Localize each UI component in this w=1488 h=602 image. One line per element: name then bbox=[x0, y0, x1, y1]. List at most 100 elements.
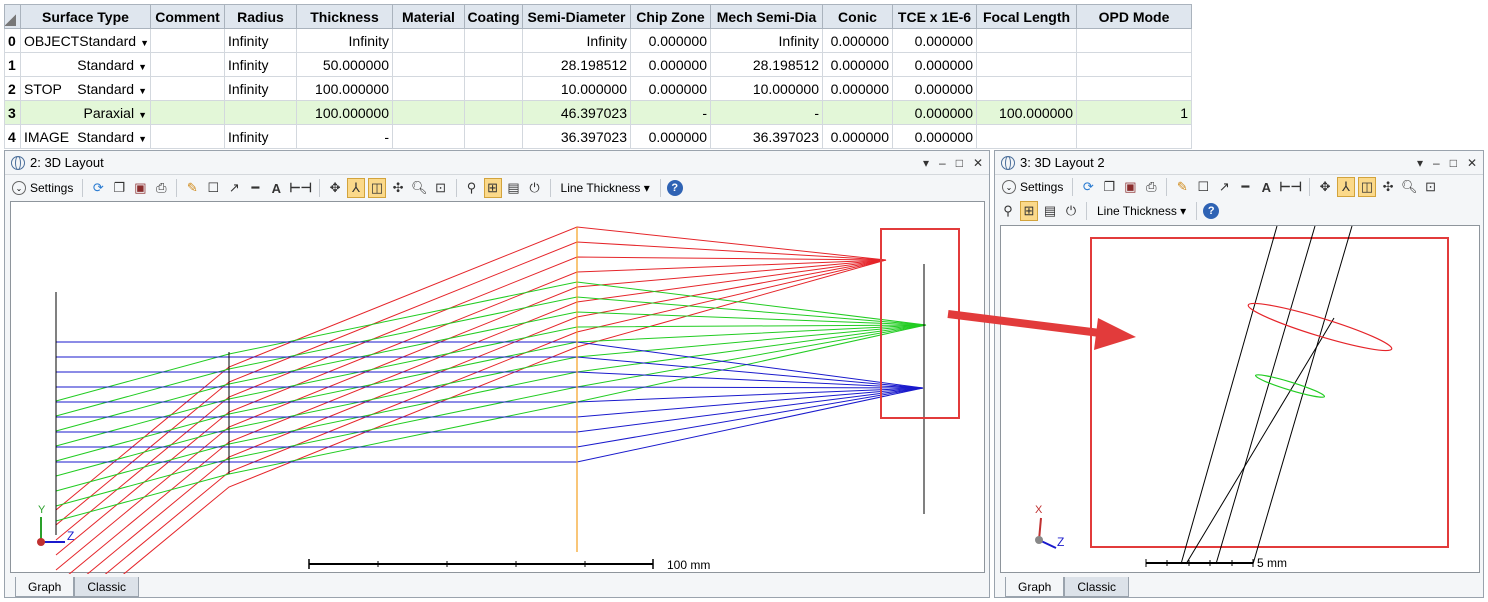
row-index[interactable]: 0 bbox=[4, 28, 21, 53]
coating-cell[interactable] bbox=[464, 124, 523, 149]
opd-mode-cell[interactable] bbox=[1076, 124, 1192, 149]
zoom-window-icon[interactable]: ⊡ bbox=[432, 178, 450, 198]
col-header-chip-zone[interactable]: Chip Zone bbox=[630, 4, 711, 29]
tce-cell[interactable]: 0.000000 bbox=[892, 76, 977, 101]
thickness-cell[interactable]: 100.000000 bbox=[296, 100, 393, 125]
maximize-icon[interactable]: □ bbox=[1450, 156, 1457, 170]
pan-icon[interactable]: ✣ bbox=[389, 178, 407, 198]
tab-classic[interactable]: Classic bbox=[74, 577, 140, 597]
conic-cell[interactable]: 0.000000 bbox=[822, 28, 893, 53]
tab-graph[interactable]: Graph bbox=[1005, 577, 1065, 597]
dropdown-icon[interactable]: ▾ bbox=[1417, 156, 1423, 170]
coating-cell[interactable] bbox=[464, 28, 523, 53]
zoom-icon[interactable]: 🔍︎ bbox=[410, 178, 429, 198]
table-row[interactable]: 3 Paraxial ▼ 100.000000 46.397023- -0.000000 1… bbox=[4, 100, 1192, 125]
focal-length-cell[interactable] bbox=[976, 28, 1077, 53]
semi-diameter-cell[interactable]: 36.397023 bbox=[522, 124, 631, 149]
arrow-line-icon[interactable]: ↗ bbox=[1215, 177, 1233, 197]
panel-titlebar[interactable]: 3: 3D Layout 2 ▾ – □ ✕ bbox=[995, 151, 1483, 175]
settings-button[interactable]: ⌄ Settings bbox=[9, 181, 76, 195]
lock-icon[interactable]: ⚲ bbox=[999, 201, 1017, 221]
conic-cell[interactable] bbox=[822, 100, 893, 125]
print-icon[interactable]: ⎙ bbox=[152, 178, 170, 198]
rectangle-icon[interactable]: ☐ bbox=[1194, 177, 1212, 197]
col-header-tce[interactable]: TCE x 1E-6 bbox=[892, 4, 977, 29]
tce-cell[interactable]: 0.000000 bbox=[892, 28, 977, 53]
col-header-material[interactable]: Material bbox=[392, 4, 465, 29]
comment-cell[interactable] bbox=[150, 52, 225, 77]
radius-cell[interactable] bbox=[224, 100, 297, 125]
row-index[interactable]: 4 bbox=[4, 124, 21, 149]
mech-semi-dia-cell[interactable]: 36.397023 bbox=[710, 124, 823, 149]
tab-classic[interactable]: Classic bbox=[1064, 577, 1130, 597]
line-thickness-dropdown[interactable]: Line Thickness ▾ bbox=[557, 181, 654, 195]
focal-length-cell[interactable] bbox=[976, 76, 1077, 101]
col-header-opd-mode[interactable]: OPD Mode bbox=[1076, 4, 1192, 29]
col-header-focal-length[interactable]: Focal Length bbox=[976, 4, 1077, 29]
radius-cell[interactable]: Infinity bbox=[224, 124, 297, 149]
copy-icon[interactable]: ❐ bbox=[110, 178, 128, 198]
tce-cell[interactable]: 0.000000 bbox=[892, 52, 977, 77]
thickness-cell[interactable]: 100.000000 bbox=[296, 76, 393, 101]
radius-cell[interactable]: Infinity bbox=[224, 28, 297, 53]
material-cell[interactable] bbox=[392, 124, 465, 149]
surface-type-cell[interactable]: OBJECT Standard ▼ bbox=[20, 28, 151, 53]
surface-type-dropdown[interactable]: Standard ▼ bbox=[77, 57, 147, 73]
rotate-axes-icon[interactable]: ✥ bbox=[1316, 177, 1334, 197]
surface-type-cell[interactable]: IMAGE Standard ▼ bbox=[20, 124, 151, 149]
mech-semi-dia-cell[interactable]: 28.198512 bbox=[710, 52, 823, 77]
table-row[interactable]: 1 Standard ▼ Infinity 50.000000 28.198512 0.00… bbox=[4, 52, 1192, 77]
semi-diameter-cell[interactable]: 10.000000 bbox=[522, 76, 631, 101]
axes-icon[interactable]: ⅄ bbox=[1337, 177, 1356, 197]
help-icon[interactable]: ? bbox=[666, 180, 683, 196]
comment-cell[interactable] bbox=[150, 76, 225, 101]
minimize-icon[interactable]: – bbox=[1433, 156, 1440, 170]
dimension-icon[interactable]: ⊢⊣ bbox=[288, 178, 313, 198]
opd-mode-cell[interactable] bbox=[1076, 52, 1192, 77]
material-cell[interactable] bbox=[392, 52, 465, 77]
col-header-conic[interactable]: Conic bbox=[822, 4, 893, 29]
pan-icon[interactable]: ✣ bbox=[1379, 177, 1397, 197]
copy-icon[interactable]: ❐ bbox=[1100, 177, 1118, 197]
panel-titlebar[interactable]: 2: 3D Layout ▾ – □ ✕ bbox=[5, 151, 989, 175]
thickness-cell[interactable]: - bbox=[296, 124, 393, 149]
col-header-mech-semi-dia[interactable]: Mech Semi-Dia bbox=[710, 4, 823, 29]
zoom-window-icon[interactable]: ⊡ bbox=[1422, 177, 1440, 197]
text-icon[interactable]: A bbox=[267, 178, 285, 198]
chip-zone-cell[interactable]: 0.000000 bbox=[630, 124, 711, 149]
refresh-icon[interactable]: ⟳ bbox=[89, 178, 107, 198]
dimension-icon[interactable]: ⊢⊣ bbox=[1278, 177, 1303, 197]
col-header-thickness[interactable]: Thickness bbox=[296, 4, 393, 29]
material-cell[interactable] bbox=[392, 100, 465, 125]
line-icon[interactable]: ━ bbox=[1236, 177, 1254, 197]
fit-view-icon[interactable]: ◫ bbox=[368, 178, 387, 198]
layout-canvas-left[interactable]: Y Z 100 mm bbox=[10, 201, 985, 602]
refresh-icon[interactable]: ⟳ bbox=[1079, 177, 1097, 197]
arrow-line-icon[interactable]: ↗ bbox=[225, 178, 243, 198]
row-index[interactable]: 2 bbox=[4, 76, 21, 101]
power-icon[interactable]: ⏻ bbox=[1062, 201, 1080, 221]
close-icon[interactable]: ✕ bbox=[973, 156, 983, 170]
text-icon[interactable]: A bbox=[1257, 177, 1275, 197]
chip-zone-cell[interactable]: 0.000000 bbox=[630, 76, 711, 101]
opd-mode-cell[interactable] bbox=[1076, 76, 1192, 101]
comment-cell[interactable] bbox=[150, 28, 225, 53]
power-icon[interactable]: ⏻ bbox=[526, 178, 544, 198]
chip-zone-cell[interactable]: 0.000000 bbox=[630, 28, 711, 53]
semi-diameter-cell[interactable]: Infinity bbox=[522, 28, 631, 53]
line-thickness-dropdown[interactable]: Line Thickness ▾ bbox=[1093, 204, 1190, 218]
line-icon[interactable]: ━ bbox=[246, 178, 264, 198]
col-header-surface-type[interactable]: Surface Type bbox=[20, 4, 151, 29]
save-icon[interactable]: ▣ bbox=[131, 178, 149, 198]
col-header-coating[interactable]: Coating bbox=[464, 4, 523, 29]
pencil-icon[interactable]: ✎ bbox=[183, 178, 201, 198]
surface-type-cell[interactable]: STOP Standard ▼ bbox=[20, 76, 151, 101]
minimize-icon[interactable]: – bbox=[939, 156, 946, 170]
opd-mode-cell[interactable] bbox=[1076, 28, 1192, 53]
tab-graph[interactable]: Graph bbox=[15, 577, 75, 597]
surface-type-dropdown[interactable]: Standard ▼ bbox=[79, 33, 149, 49]
close-icon[interactable]: ✕ bbox=[1467, 156, 1477, 170]
rotate-axes-icon[interactable]: ✥ bbox=[326, 178, 344, 198]
col-header-comment[interactable]: Comment bbox=[150, 4, 225, 29]
row-index[interactable]: 3 bbox=[4, 100, 21, 125]
